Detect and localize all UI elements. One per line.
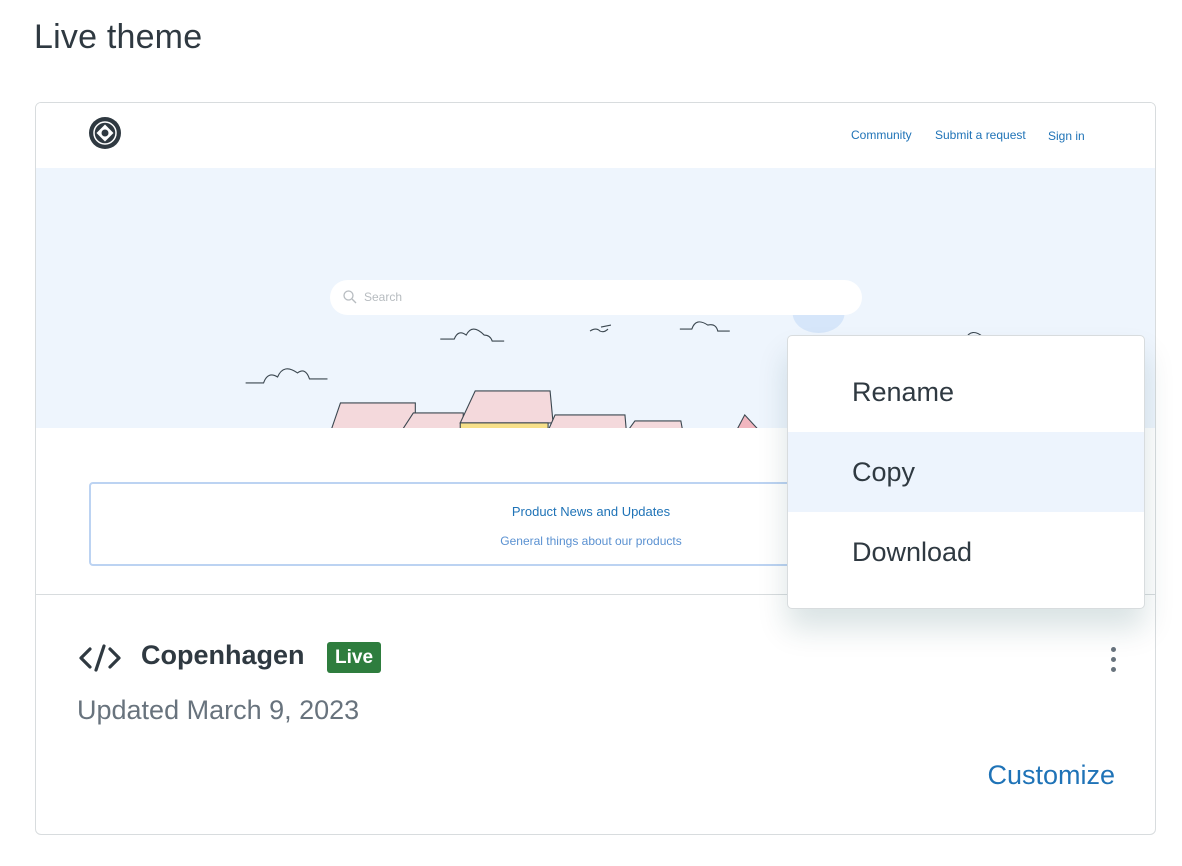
preview-logo-icon: [89, 117, 121, 149]
code-icon: [79, 644, 121, 672]
menu-item-rename[interactable]: Rename: [788, 352, 1144, 432]
preview-search-bar: Search: [330, 280, 862, 315]
customize-link[interactable]: Customize: [987, 760, 1115, 791]
live-badge: Live: [327, 642, 382, 673]
search-icon: [343, 290, 357, 304]
preview-header: Community Submit a request Sign in: [36, 103, 1155, 168]
updated-date: Updated March 9, 2023: [77, 695, 360, 725]
preview-nav-community: Community: [851, 128, 912, 142]
theme-options-menu: Rename Copy Download: [787, 335, 1145, 609]
theme-name: Copenhagen: [141, 640, 305, 670]
preview-nav-submit-request: Submit a request: [935, 128, 1026, 142]
preview-nav-sign-in: Sign in: [1048, 129, 1085, 143]
more-options-kebab-icon[interactable]: [1104, 641, 1124, 677]
menu-item-download[interactable]: Download: [788, 512, 1144, 592]
preview-search-placeholder: Search: [364, 290, 403, 304]
menu-item-copy[interactable]: Copy: [788, 432, 1144, 512]
section-title: Live theme: [34, 18, 203, 56]
